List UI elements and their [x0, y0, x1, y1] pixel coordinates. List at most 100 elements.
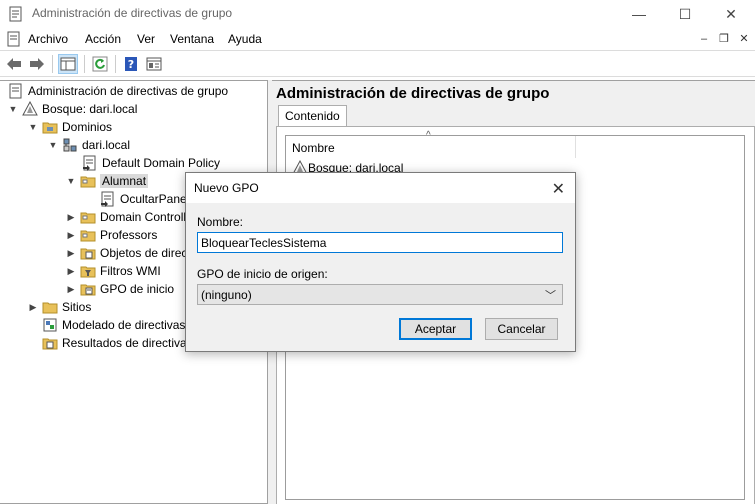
chevron-right-icon[interactable]: ▶ — [28, 302, 38, 313]
window-title: Administración de directivas de grupo — [32, 6, 233, 20]
gpo-folder-icon — [80, 248, 96, 260]
tree-item-forest[interactable]: ▼ Bosque: dari.local — [8, 100, 137, 118]
dialog-close-icon[interactable]: ✕ — [552, 179, 565, 199]
toolbar-separator — [52, 55, 53, 73]
results-icon — [42, 338, 58, 350]
tree-label: GPO de inicio — [100, 282, 175, 296]
dialog-title: Nuevo GPO — [194, 181, 259, 195]
tree-label: Administración de directivas de grupo — [28, 84, 229, 98]
sites-folder-icon — [42, 302, 58, 314]
toolbar-separator — [115, 55, 116, 73]
tree-item-sites[interactable]: ▶ Sitios — [28, 298, 92, 316]
menu-bar: Archivo Acción Ver Ventana Ayuda – ❐ ✕ — [0, 28, 755, 50]
tree-item-ocultar-panel[interactable]: OcultarPanel — [100, 190, 189, 208]
tree-item-domain[interactable]: ▼ dari.local — [48, 136, 131, 154]
tree-item-wmi-filters[interactable]: ▶ Filtros WMI — [66, 262, 161, 280]
tree-label: Filtros WMI — [100, 264, 161, 278]
source-gpo-select[interactable]: (ninguno) ﹀ — [197, 284, 563, 305]
console-tree-icon — [60, 57, 76, 71]
menu-ver[interactable]: Ver — [137, 32, 155, 46]
domain-icon — [63, 138, 77, 152]
maximize-button[interactable]: ☐ — [662, 0, 708, 28]
tree-label: OcultarPanel — [120, 192, 190, 206]
tree-item-default-domain-policy[interactable]: Default Domain Policy — [82, 154, 220, 172]
menu-accion[interactable]: Acción — [85, 32, 121, 46]
forest-icon — [22, 101, 38, 116]
wmi-folder-icon — [80, 266, 96, 278]
help-button[interactable]: ? — [121, 54, 141, 74]
sort-ascending-icon: ^ — [426, 130, 431, 141]
cancel-button[interactable]: Cancelar — [485, 318, 558, 340]
tree-label: Default Domain Policy — [102, 156, 221, 170]
show-tree-button[interactable] — [58, 54, 78, 74]
column-label: Nombre — [292, 141, 335, 155]
ok-button[interactable]: Aceptar — [399, 318, 472, 340]
menu-archivo[interactable]: Archivo — [28, 32, 68, 46]
ou-folder-icon — [80, 212, 96, 224]
gpmc-app-icon — [9, 6, 22, 22]
tab-contenido[interactable]: Contenido — [278, 105, 347, 127]
tree-item-domains[interactable]: ▼ Dominios — [28, 118, 112, 136]
mdi-minimize-button[interactable]: – — [696, 32, 712, 46]
svg-text:?: ? — [128, 58, 134, 71]
gpo-name-input[interactable] — [197, 232, 563, 253]
chevron-down-icon[interactable]: ▼ — [66, 176, 76, 186]
close-icon: ✕ — [725, 5, 737, 22]
chevron-right-icon[interactable]: ▶ — [66, 230, 76, 241]
minimize-icon: — — [632, 6, 646, 22]
properties-icon — [146, 57, 162, 71]
tree-label: Bosque: dari.local — [42, 102, 138, 116]
gpmc-icon — [9, 83, 22, 99]
gpo-link-icon — [101, 191, 114, 207]
maximize-icon: ☐ — [678, 5, 692, 22]
mdi-restore-button[interactable]: ❐ — [716, 32, 732, 46]
tree-item-alumnat[interactable]: ▼ Alumnat — [66, 172, 149, 190]
minimize-button[interactable]: — — [616, 0, 662, 28]
help-icon: ? — [125, 57, 137, 71]
toolbar-separator — [84, 55, 85, 73]
chevron-down-icon[interactable]: ▼ — [28, 122, 38, 132]
back-arrow-icon — [7, 58, 21, 70]
source-gpo-value: (ninguno) — [201, 288, 252, 302]
tree-label: Professors — [100, 228, 158, 242]
ou-folder-icon — [80, 230, 96, 242]
title-bar: Administración de directivas de grupo — … — [0, 0, 755, 28]
tree-item-starter-gpos[interactable]: ▶ GPO de inicio — [66, 280, 175, 298]
tree-label: dari.local — [82, 138, 131, 152]
document-icon[interactable] — [6, 31, 22, 47]
forward-button[interactable] — [27, 54, 47, 74]
mdi-close-button[interactable]: ✕ — [736, 32, 752, 46]
column-header-name[interactable]: ^ Nombre — [286, 130, 576, 158]
tree-label: Sitios — [62, 300, 92, 314]
toolbar: ? — [0, 50, 755, 77]
new-gpo-dialog: Nuevo GPO ✕ Nombre: GPO de inicio de ori… — [185, 172, 576, 352]
ou-folder-icon — [80, 176, 96, 188]
domains-folder-icon — [42, 122, 58, 134]
chevron-down-icon[interactable]: ▼ — [8, 104, 18, 114]
chevron-right-icon[interactable]: ▶ — [66, 284, 76, 295]
source-gpo-label: GPO de inicio de origen: — [197, 267, 328, 281]
tree-label: Alumnat — [100, 174, 149, 188]
chevron-down-icon: ﹀ — [545, 290, 556, 302]
close-button[interactable]: ✕ — [708, 0, 754, 28]
back-button[interactable] — [4, 54, 24, 74]
tree-item-professors[interactable]: ▶ Professors — [66, 226, 158, 244]
menu-ventana[interactable]: Ventana — [170, 32, 214, 46]
chevron-right-icon[interactable]: ▶ — [66, 212, 76, 223]
dialog-title-bar: Nuevo GPO ✕ — [186, 173, 575, 203]
starter-gpo-folder-icon — [80, 284, 96, 296]
menu-ayuda[interactable]: Ayuda — [228, 32, 262, 46]
chevron-right-icon[interactable]: ▶ — [66, 266, 76, 277]
details-title: Administración de directivas de grupo — [276, 85, 550, 102]
chevron-down-icon[interactable]: ▼ — [48, 140, 58, 150]
tree-label: Dominios — [62, 120, 113, 134]
modeling-icon — [43, 318, 57, 332]
forward-arrow-icon — [30, 58, 44, 70]
chevron-right-icon[interactable]: ▶ — [66, 248, 76, 259]
name-label: Nombre: — [197, 215, 244, 229]
refresh-icon — [92, 56, 108, 72]
refresh-button[interactable] — [90, 54, 110, 74]
tree-item-root[interactable]: Administración de directivas de grupo — [8, 82, 228, 100]
tree-item-domain-controllers[interactable]: ▶ Domain Controllers — [66, 208, 203, 226]
properties-button[interactable] — [144, 54, 164, 74]
